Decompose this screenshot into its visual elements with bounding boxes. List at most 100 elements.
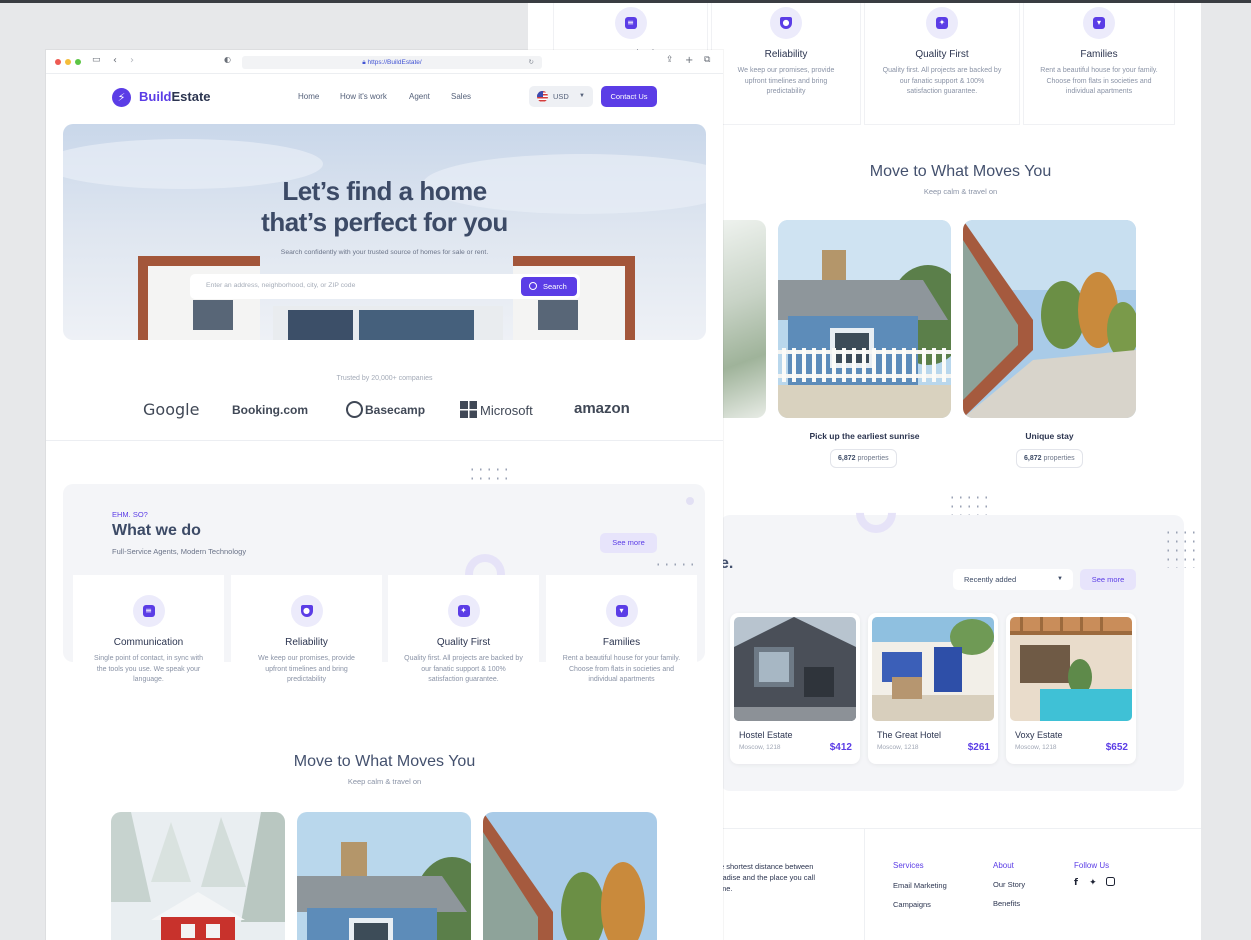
facebook-icon[interactable]: f: [1074, 878, 1078, 888]
section-subtitle: Full-Service Agents, Modern Technology: [112, 547, 247, 556]
listing-location: Moscow, 1218: [739, 744, 781, 751]
shield-icon: ●: [290, 595, 323, 627]
url-text: https://BuildEstate/: [367, 59, 422, 66]
footer-col-divider: [864, 828, 865, 940]
twitter-icon[interactable]: ✦: [1089, 878, 1097, 888]
moves-header: Move to What Moves You Keep calm & trave…: [46, 753, 723, 786]
new-tab-icon[interactable]: +: [685, 55, 693, 66]
search-bar[interactable]: Enter an address, neighborhood, city, or…: [190, 274, 580, 299]
reload-icon[interactable]: ↻: [529, 56, 534, 69]
forward-icon[interactable]: ›: [130, 55, 134, 66]
google-logo: Google: [143, 400, 200, 419]
feature-card: ▾ Families Rent a beautiful house for yo…: [546, 575, 697, 718]
footer-blurb-line: e shortest distance between: [720, 862, 814, 871]
property-count-pill[interactable]: 6,872 properties: [830, 449, 897, 468]
search-input[interactable]: Enter an address, neighborhood, city, or…: [206, 282, 355, 289]
currency-select[interactable]: USD ▼: [529, 86, 593, 107]
feature-card: ≡ Communication Single point of contact,…: [73, 575, 224, 718]
feature-text: Rent a beautiful house for your family. …: [562, 655, 681, 683]
section-eyebrow: EHM. SO?: [112, 510, 148, 519]
property-photo[interactable]: [483, 812, 657, 940]
listing-name: Hostel Estate: [739, 730, 793, 740]
property-count: 6,872: [838, 455, 856, 462]
microsoft-text: Microsoft: [480, 403, 533, 418]
property-photo[interactable]: [111, 812, 285, 940]
footer-blurb-line: me.: [720, 884, 733, 893]
section-title: Move to What Moves You: [869, 163, 1052, 180]
microsoft-icon: [460, 401, 477, 418]
magic-wand-icon: ✦: [926, 7, 958, 39]
feature-title: Reliability: [285, 637, 328, 648]
property-photo[interactable]: [778, 220, 951, 418]
nav-link-how-it-works[interactable]: How it's work: [340, 92, 387, 101]
property-photo[interactable]: [963, 220, 1136, 418]
feature-text: We keep our promises, provide upfront ti…: [258, 655, 355, 683]
booking-logo: Booking.com: [232, 403, 309, 417]
instagram-icon[interactable]: [1105, 877, 1115, 886]
share-icon[interactable]: ⇪: [666, 55, 674, 65]
sort-select[interactable]: Recently added ▼: [953, 569, 1073, 590]
property-photo[interactable]: [723, 220, 766, 418]
see-more-button[interactable]: See more: [1080, 569, 1136, 590]
nav-link-sales[interactable]: Sales: [451, 92, 471, 101]
privacy-shield-icon[interactable]: ◐: [224, 55, 231, 64]
feature-title: Quality First: [915, 49, 969, 60]
site-logo[interactable]: BuildEstate: [139, 89, 211, 104]
section-title: What we do: [112, 522, 201, 539]
feature-title: Families: [602, 637, 641, 648]
decor-dot: [686, 497, 694, 505]
back-icon[interactable]: ‹: [113, 55, 117, 66]
chat-icon: ≡: [614, 7, 647, 39]
nav-link-home[interactable]: Home: [298, 92, 319, 101]
address-bar[interactable]: 🔒︎ https://BuildEstate/ ↻: [242, 56, 542, 69]
listing-photo: [734, 617, 856, 721]
listing-card[interactable]: Voxy Estate Moscow, 1218 $652: [1006, 613, 1136, 764]
footer-link[interactable]: Benefits: [993, 899, 1020, 908]
feature-title: Quality First: [436, 637, 491, 648]
property-count: 6,872: [1024, 455, 1042, 462]
amazon-logo: amazon: [574, 400, 630, 417]
section-title: Move to What Moves You: [293, 753, 476, 770]
listing-name: Voxy Estate: [1015, 730, 1063, 740]
feature-title: Families: [1080, 49, 1118, 60]
footer-link[interactable]: Email Marketing: [893, 881, 947, 890]
basecamp-icon: [346, 401, 363, 418]
listing-location: Moscow, 1218: [877, 744, 919, 751]
search-icon: [529, 282, 537, 290]
chat-icon: ≡: [132, 595, 165, 627]
section-subtitle: Keep calm & travel on: [923, 187, 998, 196]
footer-link[interactable]: Campaigns: [893, 900, 931, 909]
section-divider: [46, 440, 723, 441]
maximize-window-button[interactable]: [75, 59, 81, 65]
family-icon: ▾: [1083, 7, 1115, 39]
feature-text: Single point of contact, in sync with th…: [94, 655, 203, 683]
see-more-button[interactable]: See more: [600, 533, 657, 553]
listing-card[interactable]: Hostel Estate Moscow, 1218 $412: [730, 613, 860, 764]
property-count-pill[interactable]: 6,872 properties: [1016, 449, 1083, 468]
section-subtitle: Keep calm & travel on: [347, 777, 422, 786]
basecamp-logo: Basecamp: [346, 401, 425, 418]
feature-text: Quality first. All projects are backed b…: [882, 67, 1002, 95]
contact-us-button[interactable]: Contact Us: [601, 86, 657, 107]
nav-link-agent[interactable]: Agent: [409, 92, 430, 101]
sidebar-icon[interactable]: ▭: [92, 55, 101, 65]
moves-header: Move to What Moves You Keep calm & trave…: [720, 163, 1201, 196]
feature-text: Rent a beautiful house for your family. …: [1040, 67, 1158, 95]
search-button-label: Search: [543, 282, 567, 291]
bolt-logo-icon: ⚡: [112, 88, 131, 107]
search-button[interactable]: Search: [521, 277, 577, 296]
feature-card: ● Reliability We keep our promises, prov…: [231, 575, 382, 718]
microsoft-logo: Microsoft: [460, 401, 533, 418]
trusted-label: Trusted by 20,000+ companies: [336, 375, 433, 382]
decor-dots: [654, 560, 700, 569]
minimize-window-button[interactable]: [65, 59, 71, 65]
close-window-button[interactable]: [55, 59, 61, 65]
lock-icon: 🔒︎: [362, 59, 366, 66]
property-photo[interactable]: [297, 812, 471, 940]
listing-location: Moscow, 1218: [1015, 744, 1057, 751]
decor-dots: [1164, 528, 1201, 568]
hero-title-line2: that’s perfect for you: [261, 207, 508, 237]
tabs-overview-icon[interactable]: ⧉: [704, 55, 710, 65]
footer-link[interactable]: Our Story: [993, 880, 1025, 889]
listing-card[interactable]: The Great Hotel Moscow, 1218 $261: [868, 613, 998, 764]
